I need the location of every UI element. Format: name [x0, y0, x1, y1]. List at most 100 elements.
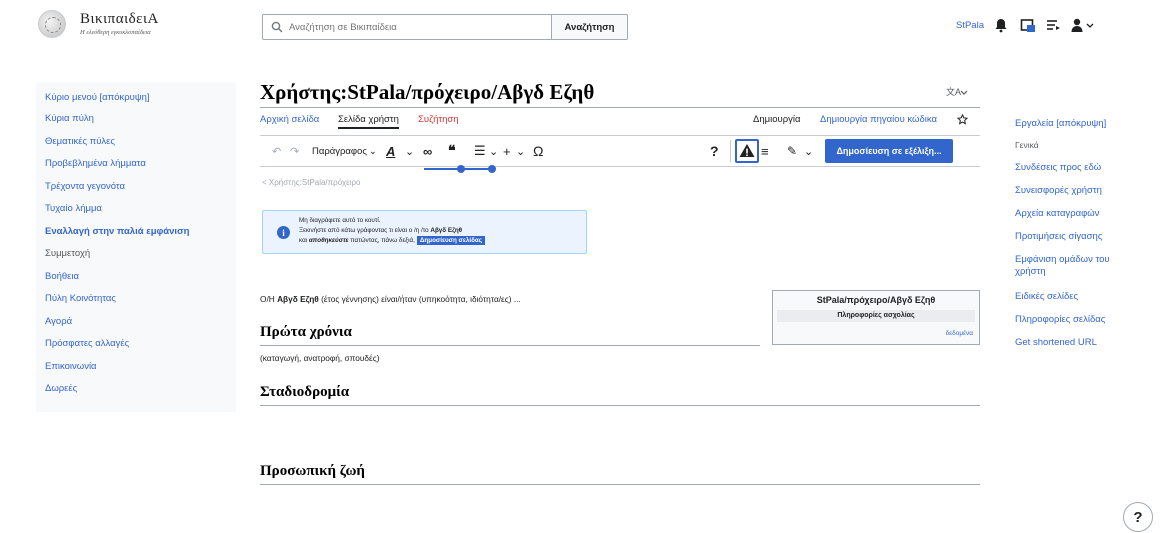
tagline: Η ελεύθερη εγκυκλοπαίδεια: [80, 29, 151, 36]
site-header: ΒικιπαιδειΑ Η ελεύθερη εγκυκλοπαίδεια Αν…: [0, 0, 1163, 55]
intro-text: Ο/Η: [260, 294, 278, 304]
infobox-subtitle: Πληροφορίες ασχολίας: [777, 310, 975, 322]
sidebar-item-featured[interactable]: Προβεβλημένα λήμματα: [45, 158, 146, 169]
notice-subject: Αβγδ Εζηθ: [430, 227, 463, 234]
link-icon[interactable]: ∞: [423, 136, 432, 166]
heading-divider: [260, 345, 760, 346]
infobox-title: StPala/πρόχειρο/Αβγδ Εζηθ: [816, 295, 936, 305]
infobox[interactable]: StPala/πρόχειρο/Αβγδ Εζηθ Πληροφορίες ασ…: [772, 290, 980, 345]
notice-publish-button[interactable]: Δημοσίευση σελίδας: [416, 236, 486, 245]
progress-dot: [488, 165, 496, 173]
sidebar-item-current-events[interactable]: Τρέχοντα γεγονότα: [45, 181, 125, 192]
chevron-down-icon[interactable]: ⌄: [405, 136, 414, 166]
tool-page-info[interactable]: Πληροφορίες σελίδας: [1015, 314, 1105, 325]
tool-special-pages[interactable]: Ειδικές σελίδες: [1015, 291, 1078, 302]
language-button[interactable]: 文A: [946, 86, 968, 101]
notice-text: πατώντας, πάνω δεξιά,: [348, 237, 415, 244]
tool-user-groups[interactable]: Εμφάνιση ομάδων του: [1015, 254, 1110, 265]
tab-home[interactable]: Αρχική σελίδα: [260, 114, 319, 125]
notice-text: και: [299, 237, 309, 244]
help-question-icon[interactable]: ?: [710, 136, 719, 166]
redo-icon[interactable]: ↷: [290, 136, 299, 166]
sidebar-item-help[interactable]: Βοήθεια: [45, 271, 79, 282]
tool-logs[interactable]: Αρχεία καταγραφών: [1015, 208, 1099, 219]
search-input[interactable]: [289, 21, 539, 33]
sidebar-item-market[interactable]: Αγορά: [45, 316, 72, 327]
sidebar-item-random[interactable]: Τυχαίο λήμμα: [45, 203, 102, 214]
chevron-down-icon[interactable]: ⌄: [804, 136, 813, 166]
intro-paragraph[interactable]: Ο/Η Αβγδ Εζηθ (έτος γέννησης) είναι/ήταν…: [260, 294, 521, 304]
intro-text: (έτος γέννησης) είναι/ήταν (υπηκοότητα, …: [318, 294, 521, 304]
sidebar-item-recent-changes[interactable]: Πρόσφατες αλλαγές: [45, 338, 129, 349]
star-watch-icon[interactable]: [957, 114, 968, 125]
warning-icon: [739, 144, 755, 157]
tab-create-source[interactable]: Δημιουργία πηγαίου κώδικα: [820, 114, 937, 125]
info-notice-box: i Μη διαγράφετε αυτό το κουτί. Ξεκινήστε…: [262, 210, 587, 254]
info-icon: i: [277, 226, 290, 239]
notice-line-2: Ξεκινήστε από κάτω γράφοντας τι είναι ο …: [299, 227, 462, 234]
notice-text: Ξεκινήστε από κάτω γράφοντας τι είναι ο …: [299, 227, 431, 234]
edit-pencil-icon[interactable]: ✎: [787, 136, 797, 166]
watchlist-icon[interactable]: [1045, 17, 1061, 33]
notice-line-1: Μη διαγράφετε αυτό το κουτί.: [299, 217, 381, 224]
section-heading-personal-life[interactable]: Προσωπική ζωή: [260, 463, 365, 480]
tool-shortened-url[interactable]: Get shortened URL: [1015, 337, 1097, 348]
paragraph-format-dropdown[interactable]: Παράγραφος ⌄: [312, 136, 377, 166]
undo-icon[interactable]: ↶: [272, 136, 281, 166]
sidebar-item-main-page[interactable]: Κύρια πύλη: [45, 113, 94, 124]
insert-plus-icon[interactable]: +: [503, 136, 511, 166]
section-heading-early-years[interactable]: Πρώτα χρόνια: [260, 324, 352, 341]
sidebar-item-old-skin[interactable]: Εναλλαγή στην παλιά εμφάνιση: [45, 226, 189, 237]
svg-text:文A: 文A: [946, 86, 961, 97]
infobox-data-link[interactable]: δεδομένα: [946, 330, 973, 337]
page-title: Χρήστης:StPala/πρόχειρο/Αβγδ Εζηθ: [260, 80, 595, 104]
section-heading-career[interactable]: Σταδιοδρομία: [260, 384, 349, 401]
breadcrumb[interactable]: < Χρήστης:StPala/πρόχειρο: [262, 178, 361, 187]
chevron-down-icon: ⌄: [368, 145, 377, 157]
wikipedia-globe-logo[interactable]: [38, 10, 66, 38]
main-menu-heading[interactable]: Κύριο μενού [απόκρυψη]: [45, 92, 150, 103]
search-icon: [271, 21, 283, 33]
notice-save-word: αποθηκεύστε: [308, 237, 349, 244]
special-character-icon[interactable]: Ω: [533, 136, 543, 166]
chevron-down-icon[interactable]: ⌄: [516, 136, 525, 166]
list-icon[interactable]: ☰: [474, 136, 486, 166]
search-field[interactable]: [262, 14, 552, 40]
sidebar-item-portals[interactable]: Θεματικές πύλες: [45, 136, 115, 147]
text-style-icon[interactable]: A: [386, 136, 395, 166]
inbox-icon[interactable]: [1020, 17, 1036, 33]
tool-mute-preferences[interactable]: Προτιμήσεις σίγασης: [1015, 231, 1102, 242]
paragraph-label: Παράγραφος: [312, 145, 367, 157]
tab-create[interactable]: Δημιουργία: [753, 114, 800, 127]
tool-user-groups-cont[interactable]: χρήστη: [1015, 266, 1046, 277]
user-page-link[interactable]: StPala: [956, 20, 984, 31]
tool-what-links-here[interactable]: Συνδέσεις προς εδώ: [1015, 162, 1101, 173]
help-button[interactable]: ?: [1123, 502, 1153, 532]
page-options-icon[interactable]: ≡: [761, 136, 769, 166]
heading-divider: [260, 405, 980, 406]
sidebar-item-donations[interactable]: Δωρεές: [45, 383, 77, 394]
cite-icon[interactable]: ❝: [448, 136, 456, 166]
user-menu-icon[interactable]: [1070, 17, 1096, 33]
sidebar-item-contact[interactable]: Επικοινωνία: [45, 361, 97, 372]
sidebar-heading-participation: Συμμετοχή: [45, 248, 91, 259]
wordmark[interactable]: ΒικιπαιδειΑ: [80, 11, 159, 28]
tab-user-page[interactable]: Σελίδα χρήστη: [338, 114, 399, 129]
translate-icon: 文A: [946, 86, 968, 97]
toolbar-divider: [730, 140, 731, 162]
sidebar-item-community[interactable]: Πύλη Κοινότητας: [45, 293, 116, 304]
chevron-down-icon[interactable]: ⌄: [489, 136, 498, 166]
tools-heading[interactable]: Εργαλεία [απόκρυψη]: [1015, 118, 1106, 129]
publish-button[interactable]: Δημοσίευση σε εξέλιξη...: [825, 139, 953, 163]
bell-icon[interactable]: [993, 17, 1009, 33]
notices-button[interactable]: [735, 139, 759, 163]
heading-divider: [260, 484, 980, 485]
notice-line-3: και αποθηκεύστε πατώντας, πάνω δεξιά, Δημ…: [299, 236, 486, 245]
section-text-early-years[interactable]: (καταγωγή, ανατροφή, σπουδές): [260, 353, 379, 363]
intro-subject: Αβγδ Εζηθ: [277, 294, 319, 304]
tab-talk[interactable]: Συζήτηση: [418, 114, 459, 125]
search-button[interactable]: Αναζήτηση: [552, 14, 628, 40]
tools-section-general: Γενικά: [1015, 140, 1039, 150]
tool-user-contributions[interactable]: Συνεισφορές χρήστη: [1015, 185, 1102, 196]
main-menu-sidebar: Κύριο μενού [απόκρυψη] Κύρια πύλη Θεματι…: [36, 82, 236, 412]
